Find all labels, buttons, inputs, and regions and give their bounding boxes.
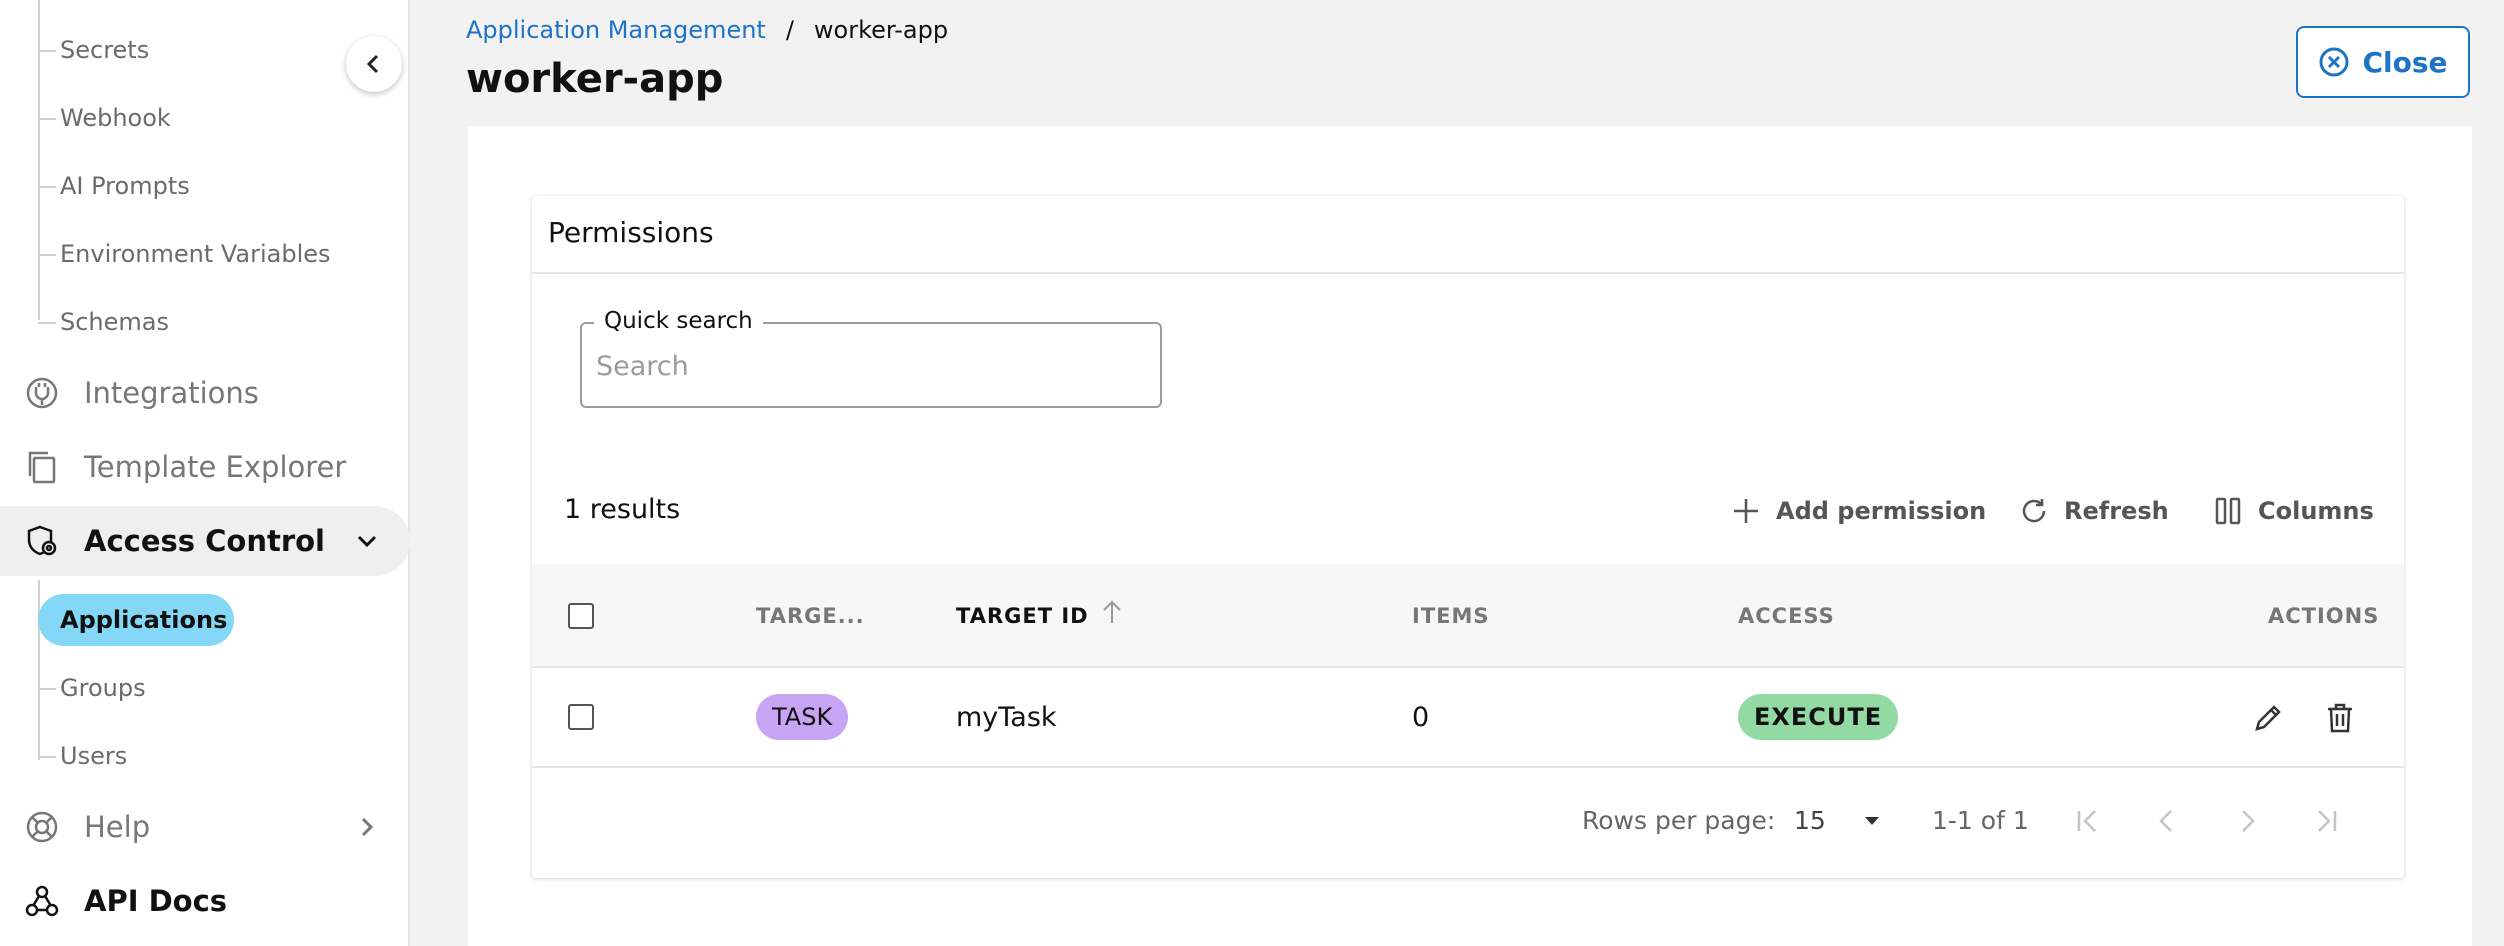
lifebuoy-icon <box>22 807 62 847</box>
refresh-button[interactable]: Refresh <box>2018 486 2169 536</box>
pagination-range: 1-1 of 1 <box>1932 806 2029 835</box>
sidebar-item-label: API Docs <box>84 884 228 918</box>
sidebar-item-schemas[interactable]: Schemas <box>38 302 169 342</box>
refresh-icon <box>2022 499 2046 523</box>
column-header-access[interactable]: ACCESS <box>1738 564 1835 668</box>
target-type-chip: TASK <box>756 694 849 740</box>
chevron-left-icon <box>2159 810 2172 832</box>
permissions-card: Permissions Quick search 1 results Add p… <box>532 196 2404 878</box>
sidebar-item-template-explorer[interactable]: Template Explorer <box>0 432 410 502</box>
sidebar-item-label: Secrets <box>60 36 150 64</box>
sidebar-item-integrations[interactable]: Integrations <box>0 358 410 428</box>
column-header-label: TARGET ID <box>956 604 1089 628</box>
sidebar-item-label: Applications <box>60 606 228 634</box>
quick-search-field: Quick search <box>580 308 1162 408</box>
results-count: 1 results <box>564 494 681 525</box>
column-header-actions: ACTIONS <box>2268 604 2380 628</box>
columns-button[interactable]: Columns <box>2212 486 2374 536</box>
sidebar-item-groups[interactable]: Groups <box>38 668 146 708</box>
page-title: worker-app <box>466 56 724 102</box>
pencil-icon <box>2255 705 2281 731</box>
columns-icon <box>2215 497 2241 525</box>
access-chip: EXECUTE <box>1738 694 1899 740</box>
webhook-icon <box>22 881 62 921</box>
sidebar-item-label: Schemas <box>60 308 169 336</box>
sidebar-item-label: Environment Variables <box>60 240 331 268</box>
rows-per-page-value: 15 <box>1794 805 1826 835</box>
chevron-left-icon <box>366 54 379 74</box>
items-cell: 0 <box>1412 702 1430 733</box>
target-id-cell: myTask <box>956 702 1057 733</box>
sidebar-item-label: Groups <box>60 674 146 702</box>
sidebar-item-label: Webhook <box>60 104 171 132</box>
sidebar-item-label: Template Explorer <box>84 450 347 484</box>
last-page-icon <box>2318 810 2337 832</box>
table-header: TARGE... TARGET ID ITEMS ACCESS ACTIONS <box>532 564 2404 668</box>
edit-button[interactable] <box>2246 696 2290 740</box>
collapse-sidebar-button[interactable] <box>346 36 402 92</box>
divider <box>532 272 2404 274</box>
first-page-icon <box>2077 810 2096 832</box>
permissions-title: Permissions <box>548 216 714 249</box>
delete-button[interactable] <box>2318 696 2362 740</box>
search-legend: Quick search <box>594 308 763 334</box>
rows-per-page-select[interactable]: 15 <box>1794 798 1884 842</box>
next-page-button[interactable] <box>2222 796 2272 846</box>
sidebar-item-applications[interactable]: Applications <box>38 594 234 646</box>
rows-per-page-label: Rows per page: <box>1582 806 1776 835</box>
sidebar-item-secrets[interactable]: Secrets <box>38 30 150 70</box>
refresh-label: Refresh <box>2064 497 2169 525</box>
breadcrumb-current: worker-app <box>813 16 949 44</box>
table-row: TASK myTask 0 EXECUTE <box>532 668 2404 768</box>
first-page-button[interactable] <box>2062 796 2112 846</box>
sidebar-item-label: Users <box>60 742 128 770</box>
shield-lock-icon <box>22 521 62 561</box>
add-permission-button[interactable]: Add permission <box>1730 486 1986 536</box>
add-permission-label: Add permission <box>1776 497 1987 525</box>
row-checkbox[interactable] <box>568 704 594 730</box>
integrations-icon <box>22 373 62 413</box>
sidebar-item-ai-prompts[interactable]: AI Prompts <box>38 166 190 206</box>
column-header-items[interactable]: ITEMS <box>1412 564 1490 668</box>
sidebar-item-webhook[interactable]: Webhook <box>38 98 171 138</box>
close-button[interactable]: Close <box>2296 26 2470 98</box>
sidebar-item-api-docs[interactable]: API Docs <box>0 866 410 936</box>
table-pagination: Rows per page: 15 1-1 of 1 <box>532 768 2404 878</box>
chevron-down-icon <box>352 526 382 563</box>
close-label: Close <box>2362 45 2448 79</box>
tree-line <box>38 580 40 760</box>
caret-down-icon <box>1865 817 1879 825</box>
close-circle-icon <box>2319 47 2349 77</box>
breadcrumb-separator: / <box>785 16 794 44</box>
trash-icon <box>2328 703 2352 733</box>
search-input[interactable] <box>596 346 1136 386</box>
sidebar: Secrets Webhook AI Prompts Environment V… <box>0 0 410 946</box>
copy-icon <box>22 447 62 487</box>
column-header-target-type[interactable]: TARGE... <box>756 564 865 668</box>
sidebar-item-users[interactable]: Users <box>38 736 128 776</box>
sort-ascending-icon <box>1103 600 1121 623</box>
breadcrumb: Application Management / worker-app <box>466 16 948 44</box>
previous-page-button[interactable] <box>2142 796 2192 846</box>
chevron-right-icon <box>352 812 382 849</box>
chevron-right-icon <box>2242 810 2255 832</box>
sidebar-item-access-control[interactable]: Access Control <box>0 506 410 576</box>
columns-label: Columns <box>2258 497 2374 525</box>
sidebar-item-help[interactable]: Help <box>0 792 410 862</box>
sidebar-item-label: AI Prompts <box>60 172 190 200</box>
plus-icon <box>1734 499 1758 523</box>
tree-line <box>38 0 40 320</box>
last-page-button[interactable] <box>2302 796 2352 846</box>
sidebar-item-environment-variables[interactable]: Environment Variables <box>38 234 331 274</box>
breadcrumb-link[interactable]: Application Management <box>466 16 766 44</box>
column-header-target-id[interactable]: TARGET ID <box>956 564 1123 668</box>
select-all-checkbox[interactable] <box>568 603 594 629</box>
sidebar-item-label: Integrations <box>84 376 259 410</box>
